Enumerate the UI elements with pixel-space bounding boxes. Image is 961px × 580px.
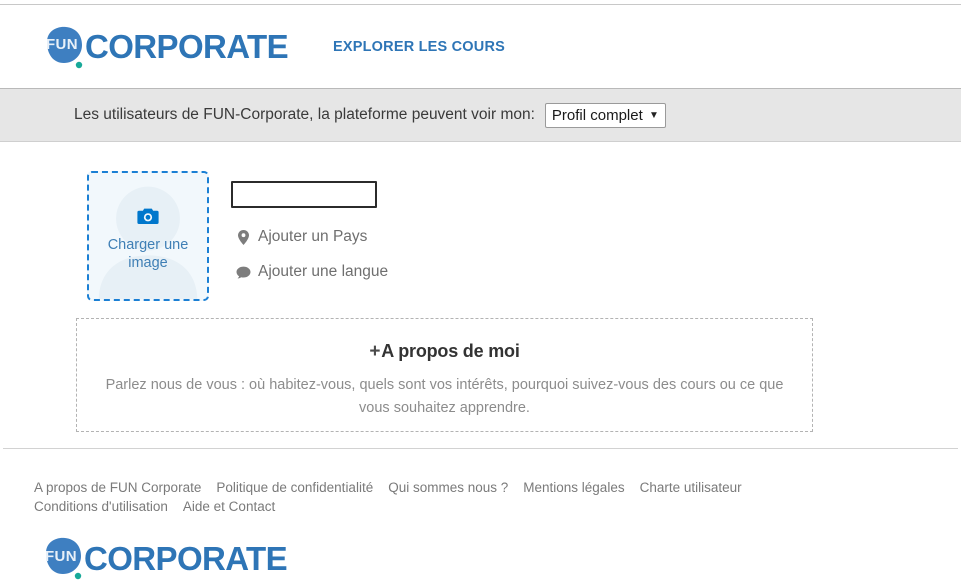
camera-icon: [137, 207, 159, 230]
upload-image-dropzone[interactable]: Charger une image: [87, 171, 209, 301]
footer-link-about[interactable]: A propos de FUN Corporate: [34, 478, 201, 497]
logo-wordmark: CORPORATE: [85, 28, 289, 65]
fun-logo-blob-icon-footer: FUN: [37, 536, 85, 580]
about-me-section[interactable]: +A propos de moi Parlez nous de vous : o…: [76, 318, 813, 432]
add-country-row[interactable]: Ajouter un Pays: [235, 228, 367, 246]
footer-links: A propos de FUN Corporate Politique de c…: [34, 478, 834, 516]
plus-icon: +: [369, 341, 381, 362]
footer-link-user-charter[interactable]: Charte utilisateur: [640, 478, 742, 497]
profile-name-input[interactable]: [231, 181, 377, 208]
footer-link-who-we-are[interactable]: Qui sommes nous ?: [388, 478, 508, 497]
header-logo[interactable]: FUN CORPORATE: [38, 21, 289, 73]
fun-logo-text: FUN: [45, 36, 79, 53]
add-country-label: Ajouter un Pays: [258, 228, 368, 245]
footer-link-help-contact[interactable]: Aide et Contact: [183, 497, 275, 516]
footer-logo[interactable]: FUN CORPORATE: [37, 536, 288, 580]
site-header: FUN CORPORATE EXPLORER LES COURS: [0, 5, 961, 88]
site-footer: A propos de FUN Corporate Politique de c…: [0, 449, 961, 580]
profile-visibility-bar: Les utilisateurs de FUN-Corporate, la pl…: [0, 88, 961, 142]
visibility-select[interactable]: Profil complet: [544, 102, 666, 128]
footer-link-privacy[interactable]: Politique de confidentialité: [216, 478, 373, 497]
about-me-title-row: +A propos de moi: [77, 341, 812, 363]
footer-link-legal[interactable]: Mentions légales: [523, 478, 624, 497]
footer-logo-wordmark: CORPORATE: [84, 539, 288, 577]
profile-main: Charger une image Ajouter un Pays Ajoute…: [0, 142, 961, 448]
add-language-label: Ajouter une langue: [258, 263, 389, 280]
nav-explore-courses[interactable]: EXPLORER LES COURS: [333, 39, 505, 55]
about-me-description: Parlez nous de vous : où habitez-vous, q…: [105, 377, 784, 416]
location-pin-icon: [235, 229, 252, 245]
footer-link-terms[interactable]: Conditions d'utilisation: [34, 497, 168, 516]
add-language-row[interactable]: Ajouter une langue: [235, 263, 388, 281]
visibility-select-wrapper[interactable]: Profil complet ▼: [544, 102, 666, 128]
upload-image-label: Charger une image: [107, 236, 189, 271]
fun-logo-text-footer: FUN: [44, 547, 78, 565]
fun-logo-blob-icon: FUN: [38, 25, 86, 69]
visibility-label: Les utilisateurs de FUN-Corporate, la pl…: [74, 106, 535, 123]
about-me-title: A propos de moi: [381, 341, 520, 361]
speech-bubble-icon: [235, 266, 252, 279]
